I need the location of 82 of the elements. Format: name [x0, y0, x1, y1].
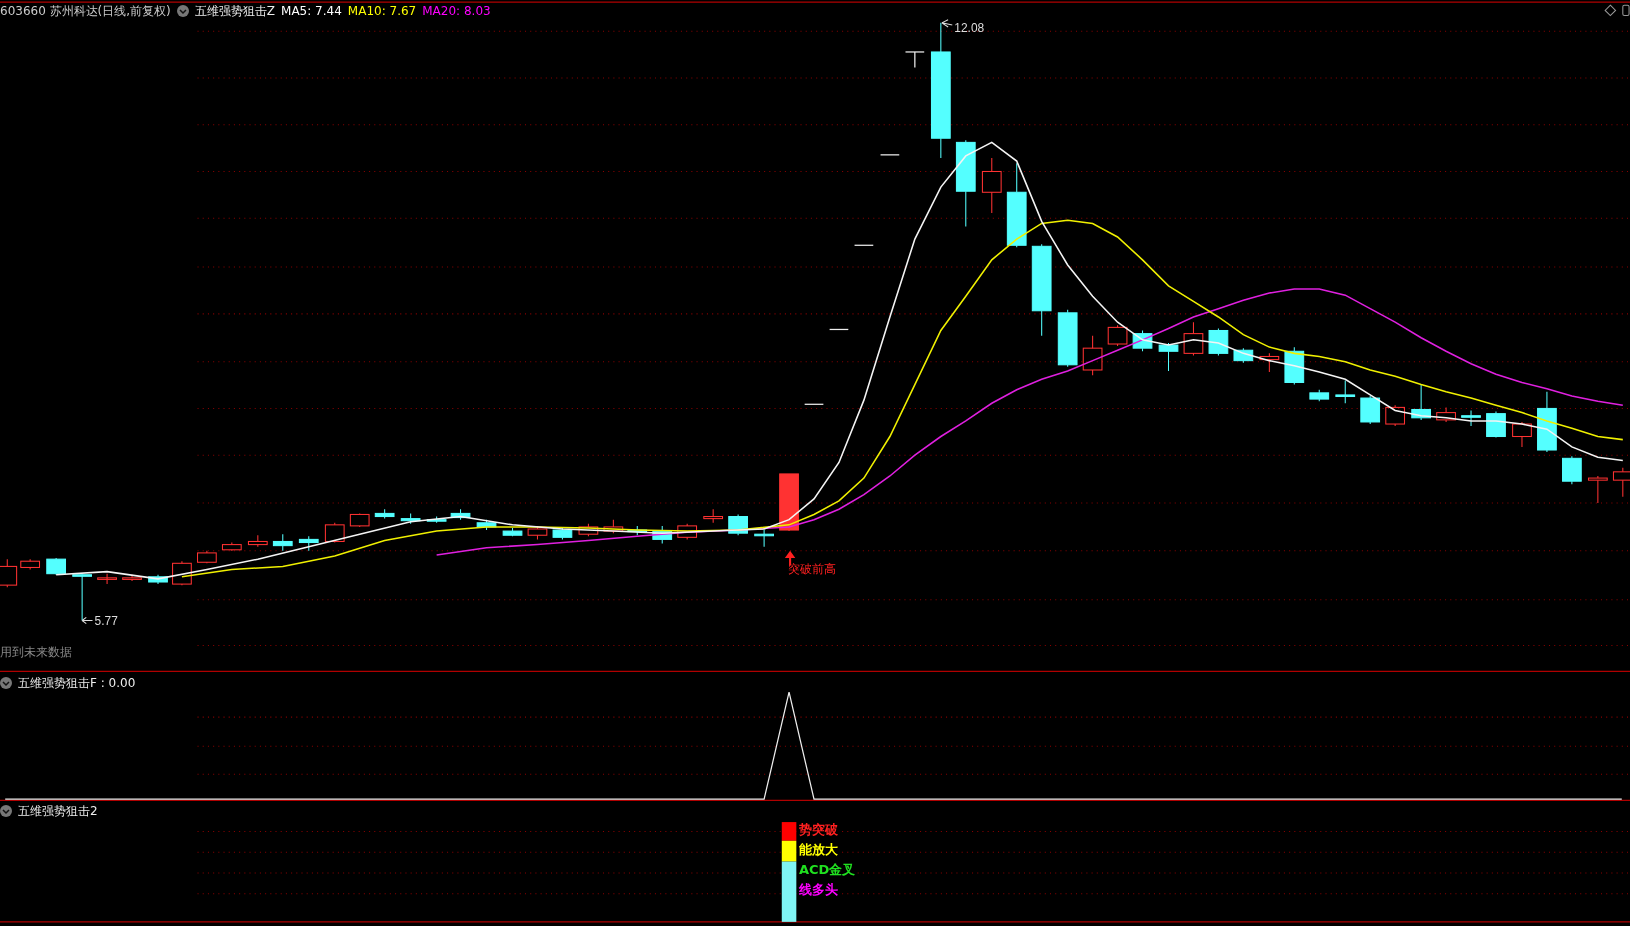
- candlestick: [677, 523, 698, 540]
- candlestick: [298, 535, 319, 552]
- candlestick: [1335, 379, 1356, 404]
- indicator-title: 五维强势狙击F : 0.00: [18, 675, 136, 692]
- candlestick: [1309, 389, 1330, 402]
- candlestick: [1284, 346, 1305, 386]
- candlestick: [652, 525, 673, 545]
- candlestick: [148, 574, 168, 585]
- stock-title: 603660 苏州科达(日线,前复权): [0, 3, 171, 20]
- candlestick: [1512, 421, 1532, 448]
- candlestick: [1208, 327, 1229, 356]
- candlestick: [552, 527, 573, 540]
- moving-average-value: MA20: 8.03: [422, 3, 491, 20]
- candlestick: [400, 512, 421, 525]
- candlestick: [72, 573, 92, 621]
- candlestick: [1461, 410, 1481, 427]
- candlestick: [1486, 411, 1506, 439]
- warning-note: 用到未来数据: [0, 643, 72, 659]
- candlestick: [20, 558, 40, 571]
- candlestick: [1132, 330, 1153, 352]
- candlestick: [1259, 352, 1280, 373]
- candlestick: [172, 560, 192, 586]
- price-marker: [904, 51, 925, 69]
- candlestick: [247, 534, 268, 548]
- indicator-title: 五维强势狙击2: [18, 803, 98, 820]
- candlestick: [1436, 406, 1456, 423]
- candlestick: [374, 508, 395, 520]
- price-marker: [853, 244, 874, 246]
- low-price-label: 5.77: [94, 613, 118, 628]
- candlestick: [1612, 467, 1630, 498]
- candlestick: [272, 533, 293, 552]
- moving-average-value: MA5: 7.44: [281, 3, 342, 20]
- candlestick: [476, 519, 497, 531]
- signal-label: 线多头: [799, 882, 838, 898]
- candlestick: [1082, 335, 1103, 376]
- candlestick: [1183, 321, 1204, 356]
- diamond-icon[interactable]: [1604, 4, 1617, 17]
- candlestick: [1411, 384, 1431, 421]
- candlestick: [46, 557, 66, 576]
- candlestick: [1360, 395, 1381, 425]
- candlestick: [97, 573, 117, 585]
- candlestick: [1057, 309, 1078, 368]
- leader-line: [941, 19, 953, 28]
- candlestick: [1537, 391, 1557, 453]
- dropdown-icon[interactable]: [176, 5, 189, 17]
- moving-average-value: MA10: 7.67: [347, 3, 417, 20]
- candlestick: [578, 523, 599, 537]
- candlestick: [1107, 324, 1128, 347]
- signal-label: ACD金叉: [799, 862, 856, 878]
- signal-label: 能放大: [799, 842, 838, 858]
- candlestick: [703, 508, 724, 524]
- candlestick: [197, 550, 217, 564]
- price-marker: [879, 154, 900, 156]
- candlestick: [0, 558, 18, 588]
- candlestick: [1385, 404, 1405, 427]
- candlestick: [122, 574, 142, 582]
- candlestick: [779, 473, 799, 532]
- candlestick: [527, 525, 548, 540]
- signal-text: 突破前高: [788, 561, 836, 576]
- candlestick: [627, 525, 648, 536]
- candlestick: [1562, 455, 1582, 485]
- panel-toggle-icon[interactable]: [1622, 4, 1630, 17]
- candlestick: [221, 542, 242, 552]
- dropdown-icon[interactable]: [0, 805, 12, 817]
- candlestick: [502, 527, 523, 537]
- candlestick: [754, 529, 774, 548]
- high-price-label: 12.08: [954, 21, 985, 36]
- candlestick: [349, 512, 370, 528]
- candlestick: [603, 519, 624, 534]
- leader-line: [81, 616, 94, 625]
- candlestick: [981, 157, 1002, 214]
- candlestick: [324, 522, 345, 544]
- signal-label: 势突破: [799, 822, 838, 838]
- indicator-name: 五维强势狙击Z: [194, 3, 276, 20]
- candlestick: [1233, 347, 1254, 364]
- candlestick: [450, 508, 471, 521]
- candlestick: [426, 516, 447, 524]
- price-marker: [828, 328, 849, 331]
- dropdown-icon[interactable]: [0, 677, 12, 689]
- price-marker: [804, 403, 824, 405]
- candlestick: [1588, 475, 1608, 504]
- candlestick: [1158, 342, 1179, 372]
